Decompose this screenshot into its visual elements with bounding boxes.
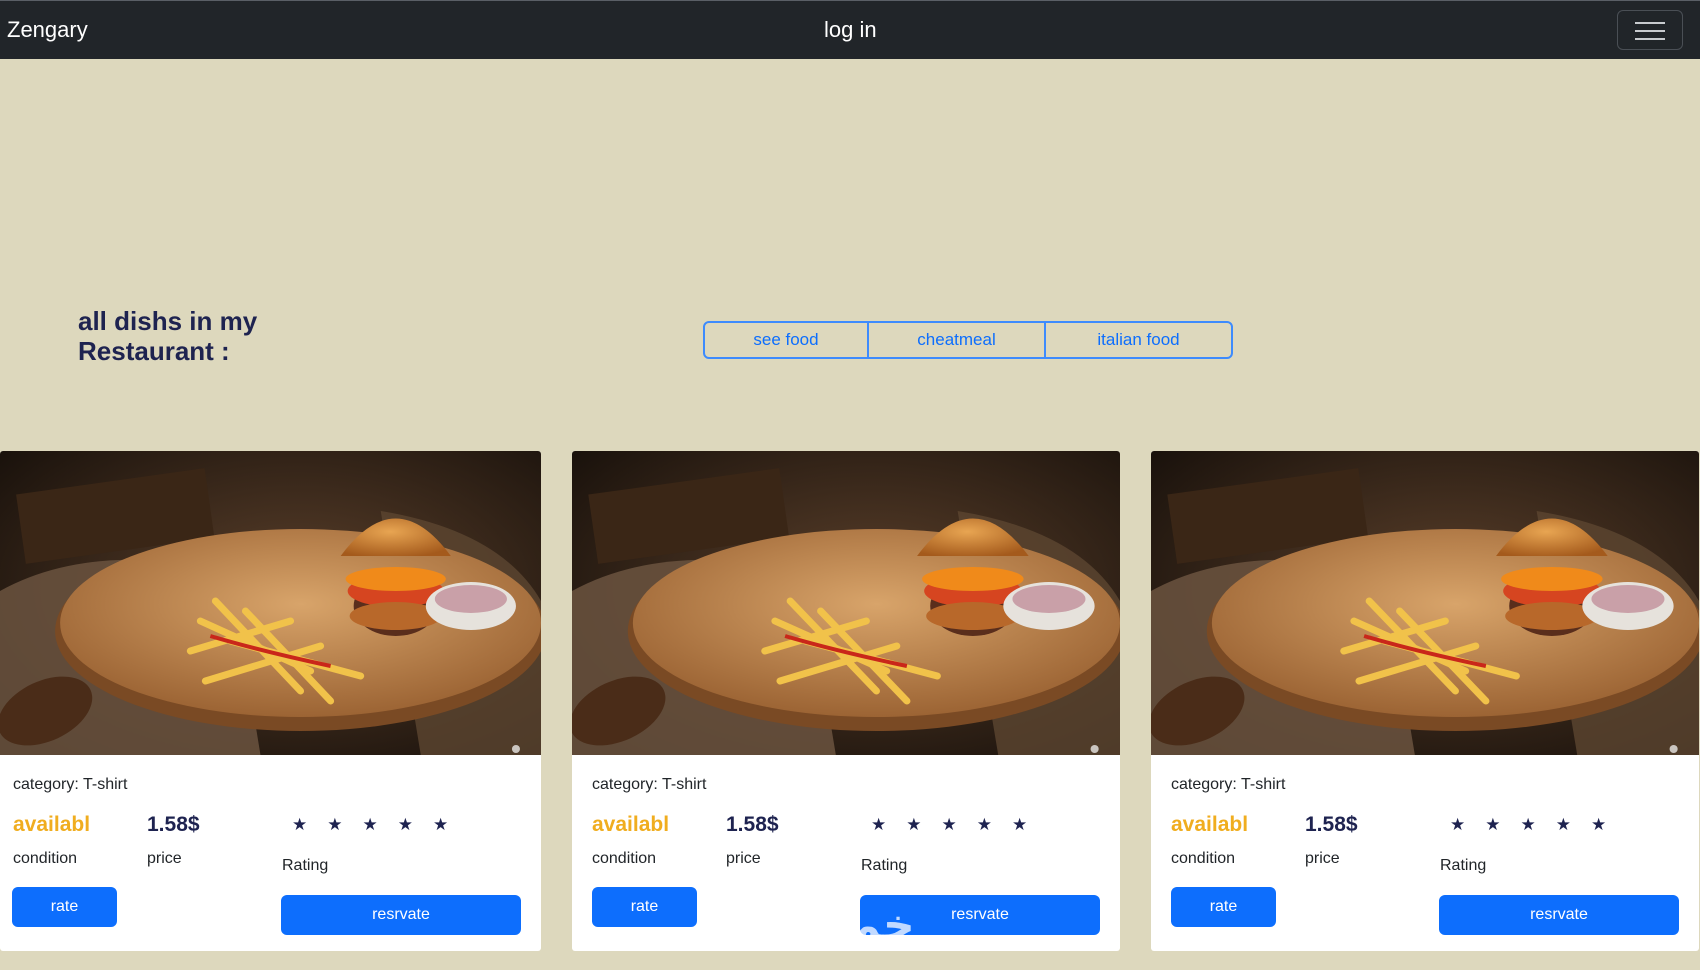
dish-card: category: T-shirt availabl condition 1.5… [0,451,541,951]
filter-cheatmeal-button[interactable]: cheatmeal [869,323,1046,357]
page-heading: all dishs in my Restaurant : [78,306,258,366]
star-icon[interactable]: ★ [1521,815,1536,835]
price-label: price [147,850,182,867]
dish-image [572,451,1120,755]
condition-label: condition [13,850,78,867]
rating-label: Rating [861,857,908,874]
star-icon[interactable]: ★ [363,815,378,835]
availability-status: availabl [1171,813,1249,836]
availability-status: availabl [13,813,91,836]
rating-label: Rating [1440,857,1487,874]
star-icon[interactable]: ★ [906,815,921,835]
dish-price: 1.58$ [147,813,200,836]
dish-category: category: T-shirt [13,776,128,793]
dish-category: category: T-shirt [1171,776,1286,793]
star-rating: ★ ★ ★ ★ ★ [1450,815,1606,835]
login-link[interactable]: log in [824,17,877,43]
condition-label: condition [592,850,657,867]
category-filter-group: see food cheatmeal italian food [703,321,1233,359]
dish-card: category: T-shirt availabl condition 1.5… [572,451,1120,951]
star-icon[interactable]: ★ [1450,815,1465,835]
star-icon[interactable]: ★ [977,815,992,835]
dish-image [0,451,541,755]
star-icon[interactable]: ★ [1012,815,1027,835]
filter-see-food-button[interactable]: see food [705,323,869,357]
brand-logo[interactable]: Zengary [7,17,88,43]
hamburger-icon-bar [1635,30,1665,32]
dish-price: 1.58$ [1305,813,1358,836]
rate-button[interactable]: rate [12,887,117,927]
reserve-button[interactable]: resrvate [281,895,521,935]
star-icon[interactable]: ★ [433,815,448,835]
watermark-logo: خمسات [748,900,915,951]
star-icon[interactable]: ★ [1485,815,1500,835]
availability-status: availabl [592,813,670,836]
dish-card: category: T-shirt availabl condition 1.5… [1151,451,1699,951]
hamburger-icon [1635,22,1665,24]
rate-button[interactable]: rate [592,887,697,927]
star-rating: ★ ★ ★ ★ ★ [292,815,448,835]
star-icon[interactable]: ★ [942,815,957,835]
filter-italian-food-button[interactable]: italian food [1046,323,1231,357]
rate-button[interactable]: rate [1171,887,1276,927]
reserve-button[interactable]: resrvate [1439,895,1679,935]
price-label: price [1305,850,1340,867]
menu-toggle-button[interactable] [1617,10,1683,50]
hamburger-icon-bar [1635,38,1665,40]
star-icon[interactable]: ★ [292,815,307,835]
star-icon[interactable]: ★ [327,815,342,835]
dish-category: category: T-shirt [592,776,707,793]
condition-label: condition [1171,850,1236,867]
dish-price: 1.58$ [726,813,779,836]
star-rating: ★ ★ ★ ★ ★ [871,815,1027,835]
navbar: Zengary log in [0,0,1700,59]
dish-image [1151,451,1699,755]
price-label: price [726,850,761,867]
star-icon[interactable]: ★ [871,815,886,835]
rating-label: Rating [282,857,329,874]
star-icon[interactable]: ★ [398,815,413,835]
star-icon[interactable]: ★ [1591,815,1606,835]
star-icon[interactable]: ★ [1556,815,1571,835]
